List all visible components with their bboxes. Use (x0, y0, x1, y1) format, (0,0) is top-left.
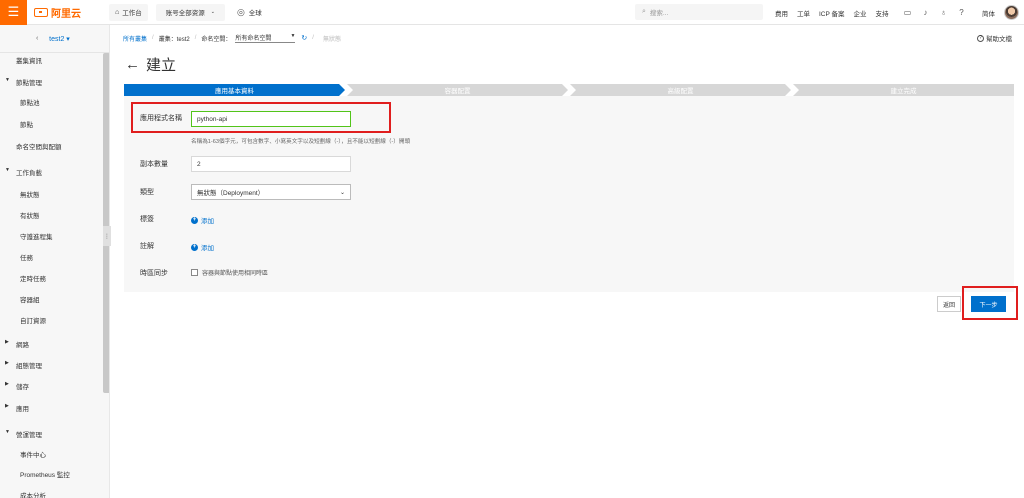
highlight-app-name (131, 102, 391, 133)
caret-right-icon: ▶ (5, 403, 9, 409)
back-arrow-icon[interactable]: ← (125, 56, 140, 73)
sidebar-item-label: 自訂資源 (20, 318, 46, 325)
plus-icon: + (191, 243, 198, 251)
sidebar-item-label: 應用 (16, 406, 29, 413)
breadcrumb: 所有叢集 / 叢集：test2 / 命名空間： 所有命名空間 ▼ ↻ / 無狀態 (123, 33, 341, 43)
breadcrumb-cluster: 叢集：test2 (158, 36, 190, 43)
type-label: 類型 (140, 189, 154, 196)
sidebar-item-label: 組態管理 (16, 363, 42, 370)
sidebar-item-label: 守護進程集 (20, 234, 53, 241)
avatar[interactable] (1004, 5, 1019, 20)
timezone-sync-checkbox[interactable] (191, 269, 198, 276)
resource-scope-dropdown[interactable]: 账号全部资源 ⌄ (155, 3, 225, 21)
sidebar-scrollbar[interactable] (103, 53, 109, 393)
sidebar-item-label: 無狀態 (20, 192, 40, 199)
plus-icon: + (191, 216, 198, 224)
sidebar-item-label: 命名空間與配額 (16, 144, 62, 151)
chevron-down-icon: ⌄ (210, 9, 215, 15)
search-input[interactable]: ⌕ 搜索... (635, 4, 763, 20)
sidebar-item-label: 叢集資訊 (16, 58, 42, 65)
sidebar-item-label: 節點 (20, 122, 33, 129)
type-select[interactable]: 無狀態（Deployment） ⌄ (191, 184, 351, 200)
caret-down-icon: ▼ (5, 167, 10, 173)
tags-label: 標簽 (140, 216, 154, 223)
step-advanced-config: 高級配置 (570, 84, 791, 96)
step-container-config: 容器配置 (347, 84, 568, 96)
top-links: 费用 工单 ICP 备案 企业 支持 (775, 0, 898, 25)
sidebar-item-label: 容器組 (20, 297, 40, 304)
next-button[interactable]: 下一步 (971, 296, 1006, 312)
replicas-input[interactable]: 2 (191, 156, 351, 172)
refresh-icon[interactable]: ↻ (301, 34, 307, 42)
top-link-enterprise[interactable]: 企业 (854, 8, 867, 18)
aliyun-logo[interactable]: 阿里云 (34, 5, 81, 20)
sidebar-item-label: 網路 (16, 342, 29, 349)
sidebar-item-label: 成本分析 (20, 493, 46, 498)
logo-mark-icon (34, 7, 48, 17)
sidebar-collapse-handle[interactable]: ⋮ (103, 226, 111, 246)
sidebar-item-label: 有狀態 (20, 213, 40, 220)
caret-right-icon: ▶ (5, 360, 9, 366)
cluster-name[interactable]: test2 ▾ (49, 35, 70, 43)
replicas-label: 副本數量 (140, 161, 168, 168)
page-title: ← 建立 (125, 56, 177, 74)
top-link-support[interactable]: 支持 (876, 8, 889, 18)
top-icons: ▭ ♪ ♁ ? (903, 0, 975, 25)
top-link-ticket[interactable]: 工单 (797, 8, 810, 18)
wizard-steps: 應用基本資料 容器配置 高級配置 建立完成 (124, 84, 1014, 96)
search-icon: ⌕ (642, 8, 646, 15)
chevron-left-icon[interactable]: ‹ (36, 35, 38, 42)
help-doc-link[interactable]: ? 幫助文檔 (977, 33, 1012, 43)
caret-down-icon: ▼ (5, 77, 10, 83)
sidebar: ‹ test2 ▾ 叢集資訊 ▼ 節點管理節點池節點命名空間與配額 ▼ 工作負載無狀態有… (0, 25, 110, 498)
timezone-sync-checkbox-row[interactable]: 容器與節點使用相同時區 (191, 268, 268, 277)
mail-icon[interactable]: ▭ (903, 8, 912, 17)
annotations-label: 註解 (140, 243, 154, 250)
namespace-select[interactable]: 所有命名空間 ▼ (235, 33, 296, 43)
breadcrumb-current: 無狀態 (322, 36, 341, 43)
caret-right-icon: ▶ (5, 339, 9, 345)
step-basic-info: 應用基本資料 (124, 84, 345, 96)
namespace-label: 命名空間： (201, 36, 232, 43)
sidebar-item-label: 節點池 (20, 100, 40, 107)
bell-icon[interactable]: ♪ (921, 8, 930, 17)
breadcrumb-all-clusters[interactable]: 所有叢集 (123, 34, 147, 43)
globe-icon: ◎ (236, 6, 245, 17)
sidebar-item-label: 事件中心 (20, 452, 46, 459)
back-button[interactable]: 返回 (937, 296, 961, 312)
sidebar-item-label: 節點管理 (16, 80, 42, 87)
language-selector[interactable]: 简体 (982, 8, 995, 18)
caret-right-icon: ▶ (5, 381, 9, 387)
home-icon: ⌂ (115, 8, 120, 16)
sidebar-item-label: 工作負載 (16, 170, 42, 177)
sidebar-item-label: 儲存 (16, 384, 29, 391)
sidebar-item-label: 營運管理 (16, 432, 42, 439)
sidebar-item-label: Prometheus 監控 (20, 472, 70, 479)
tags-add-button[interactable]: + 添加 (191, 215, 214, 225)
caret-down-icon: ▼ (290, 33, 296, 39)
caret-down-icon: ▼ (5, 429, 10, 435)
top-link-icp[interactable]: ICP 备案 (819, 8, 845, 18)
menu-icon[interactable]: ☰ (0, 0, 27, 25)
question-icon: ? (977, 34, 984, 42)
workbench-button[interactable]: ⌂ 工作台 (109, 3, 148, 21)
sidebar-item-label: 任務 (20, 255, 33, 262)
top-link-billing[interactable]: 费用 (775, 8, 788, 18)
sidebar-item-label: 定時任務 (20, 276, 46, 283)
chevron-down-icon: ⌄ (339, 189, 345, 196)
step-complete: 建立完成 (793, 84, 1014, 96)
help-icon[interactable]: ? (957, 8, 966, 17)
app-name-hint: 名稱為1-63個字元，可包含數字、小寫英文字以及短劃線（-），且不能以短劃線（-… (191, 139, 411, 145)
cluster-switcher[interactable]: ‹ test2 ▾ (0, 25, 109, 53)
annotations-add-button[interactable]: + 添加 (191, 242, 214, 252)
region-selector[interactable]: ◎ 全球 (237, 7, 262, 18)
location-icon[interactable]: ♁ (939, 8, 948, 17)
timezone-sync-label: 時區同步 (140, 270, 168, 277)
